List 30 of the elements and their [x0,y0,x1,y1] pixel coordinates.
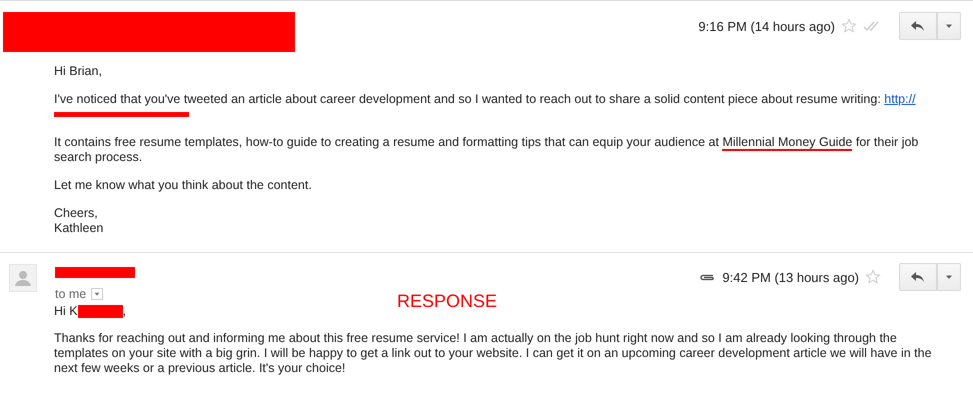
greeting-text: Hi K [54,304,78,319]
dropdown-icon[interactable] [91,288,104,300]
reply-icon [910,20,926,32]
avatar [9,264,37,292]
star-icon[interactable] [865,269,881,285]
reply-button[interactable] [899,263,937,291]
double-check-icon [863,20,881,32]
signature-line: Cheers, [54,206,99,221]
body-paragraph: Hi Brian, [54,64,103,79]
underlined-phrase: Millennial Money Guide [722,135,852,151]
more-button[interactable] [937,12,961,40]
reply-icon [910,271,926,283]
timestamp: 9:42 PM (13 hours ago) [722,270,859,284]
star-icon[interactable] [841,18,857,34]
reply-button[interactable] [899,12,937,40]
body-paragraph: Thanks for reaching out and informing me about this free resume service! I am actually on the job hunt right now and so I am already looking through the templates on your site with a big grin. I will be happy to get a link out to your website. I can get it on an upcoming career development article we will have in the next few weeks or a previous article. It's your choice! [54,331,933,376]
annotation: RESPONSE [397,291,498,312]
signature-line: Kathleen [54,221,104,236]
paperclip-icon [698,272,716,282]
body-paragraph: I've noticed that you've tweeted an article about career development and so I wanted to reach out to share a solid content piece about resume writing: http:// [54,92,951,122]
greeting-punctuation: , [122,304,126,319]
redacted-link[interactable]: http:// [884,92,916,106]
caret-icon [945,22,953,30]
more-button[interactable] [937,263,961,291]
caret-icon [945,273,953,281]
recipient-label: to me [55,287,86,301]
timestamp: 9:16 PM (14 hours ago) [698,18,835,34]
redaction-bar [78,305,123,318]
body-paragraph: Let me know what you think about the content. [54,178,313,193]
body-paragraph: It contains free resume templates, how-to guide to creating a resume and formatting tips that can equip your audience at Millennial Money Guide for their job search process. [54,135,920,165]
